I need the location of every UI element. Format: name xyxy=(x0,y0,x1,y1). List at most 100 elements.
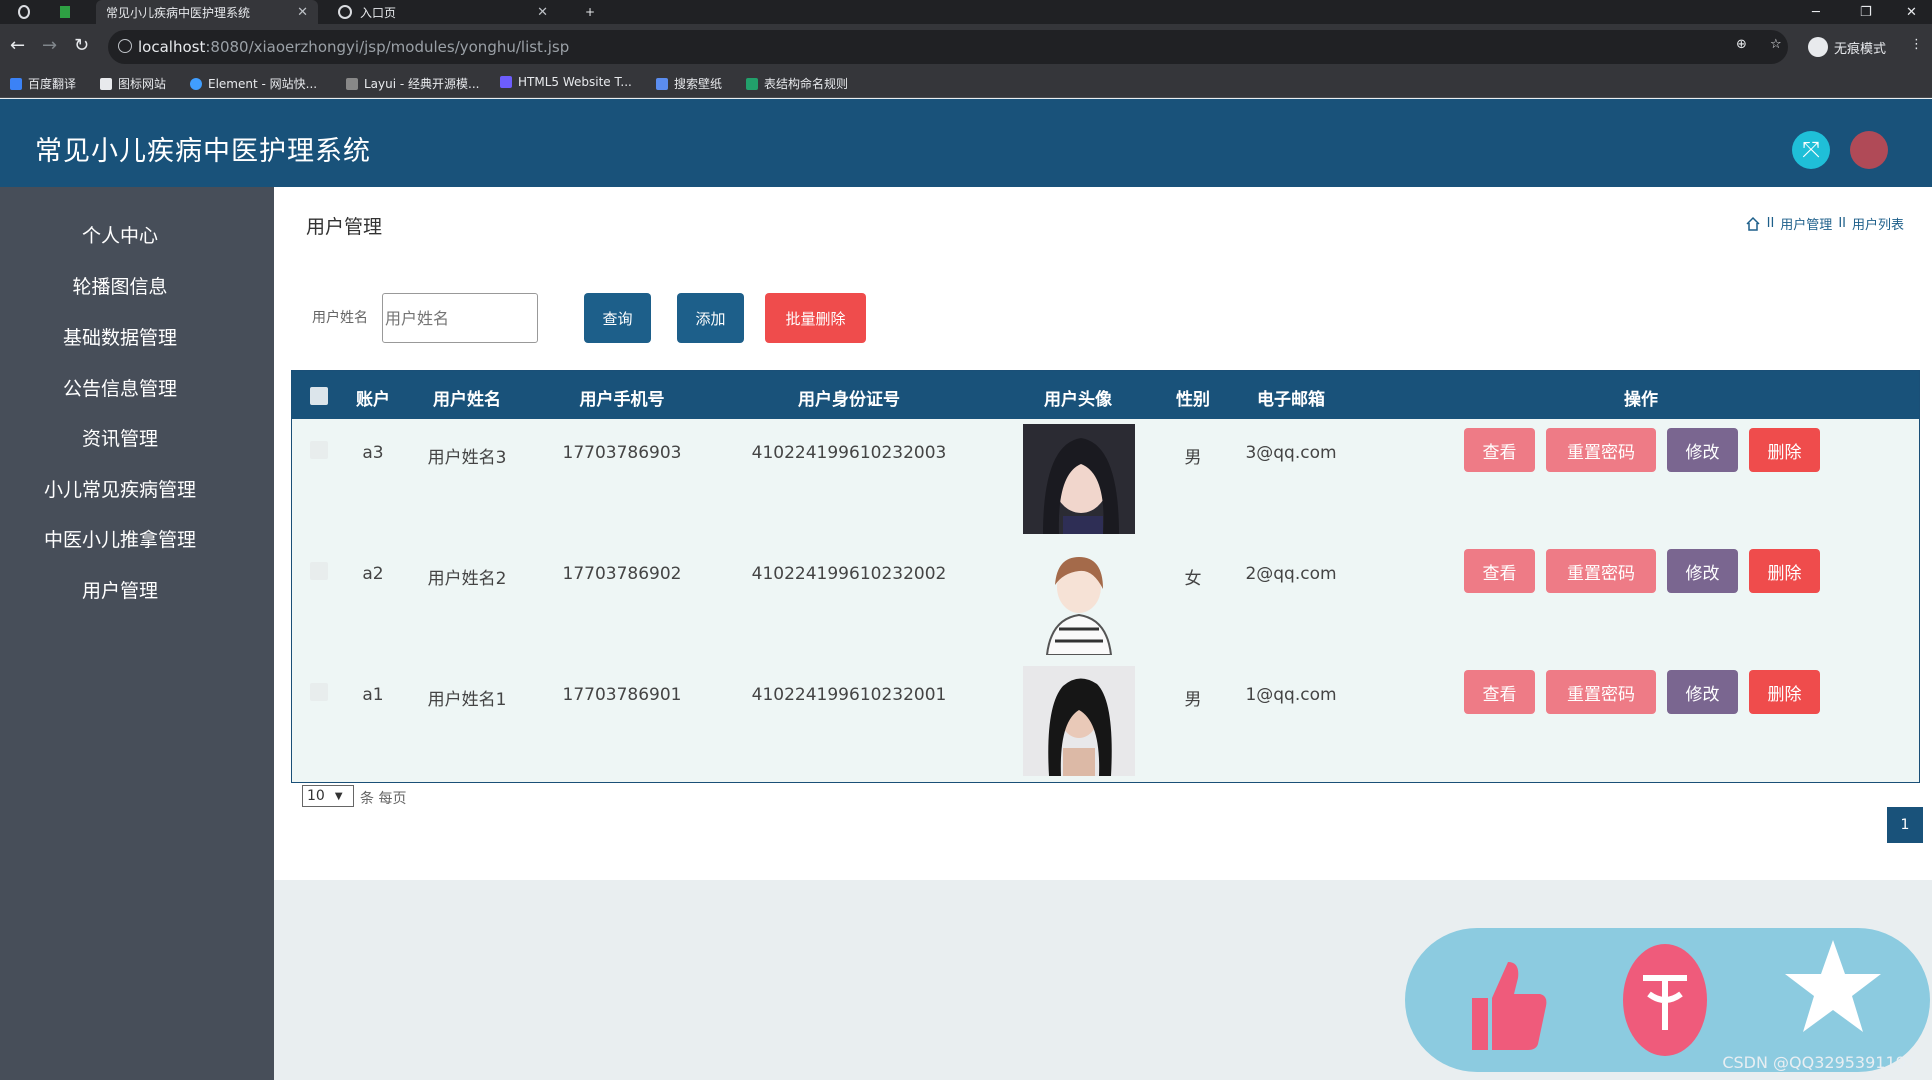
home-icon[interactable] xyxy=(1745,216,1761,232)
chevron-down-icon: ▼ xyxy=(334,790,343,802)
fullscreen-icon[interactable]: ⤧ xyxy=(1792,131,1830,169)
per-page-label: 条 每页 xyxy=(360,791,407,807)
page-number-button[interactable]: 1 xyxy=(1887,807,1923,843)
incognito-label: 无痕模式 xyxy=(1834,41,1887,57)
back-icon[interactable]: ← xyxy=(10,36,25,56)
incognito-badge[interactable]: 无痕模式 xyxy=(1808,37,1886,57)
sheet-icon xyxy=(746,77,758,90)
bookmark-item[interactable]: Layui - 经典开源模... xyxy=(346,75,479,92)
bookmark-label: Layui - 经典开源模... xyxy=(364,77,480,91)
avatar[interactable] xyxy=(1850,131,1888,169)
tab-entry[interactable]: 入口页 ✕ xyxy=(328,0,558,24)
tab-active[interactable]: 常见小儿疾病中医护理系统 ✕ xyxy=(96,0,318,24)
wallpaper-icon xyxy=(656,77,668,90)
sidebar-item-users[interactable]: 用户管理 xyxy=(0,576,240,603)
cell-id-card: 410224199610232001 xyxy=(751,685,947,705)
edit-button[interactable]: 修改 xyxy=(1667,670,1738,714)
view-button[interactable]: 查看 xyxy=(1464,670,1535,714)
bookmark-item[interactable]: 百度翻译 xyxy=(10,75,76,92)
close-icon[interactable]: ✕ xyxy=(537,5,548,20)
sidebar-item-news[interactable]: 资讯管理 xyxy=(0,424,240,451)
coin-button[interactable] xyxy=(1623,944,1707,1056)
sidebar: 个人中心 轮播图信息 基础数据管理 公告信息管理 资讯管理 小儿常见疾病管理 中… xyxy=(0,187,274,1080)
cell-account: a3 xyxy=(362,443,384,463)
delete-button[interactable]: 删除 xyxy=(1749,549,1820,593)
edit-button[interactable]: 修改 xyxy=(1667,549,1738,593)
url-path: :8080/xiaoerzhongyi/jsp/modules/yonghu/l… xyxy=(205,38,570,56)
bookmark-label: 搜索壁纸 xyxy=(674,77,723,91)
watermark: CSDN @QQ3295391197 xyxy=(1722,1053,1916,1072)
close-icon[interactable]: ✕ xyxy=(297,5,308,20)
translate-icon xyxy=(10,77,22,90)
sidebar-item-diseases[interactable]: 小儿常见疾病管理 xyxy=(0,475,240,502)
bookmark-item[interactable]: 图标网站 xyxy=(100,75,166,92)
select-all-checkbox[interactable] xyxy=(310,387,328,405)
restore-icon[interactable]: ❐ xyxy=(1860,0,1872,24)
portrait-image xyxy=(1023,424,1135,534)
sidebar-item-basic-data[interactable]: 基础数据管理 xyxy=(0,323,240,350)
bookmark-label: HTML5 Website T... xyxy=(518,75,632,89)
main-content: 用户管理 II 用户管理 II 用户列表 用户姓名 查询 添加 批量删除 账户 … xyxy=(274,187,1932,880)
pinned-tab[interactable] xyxy=(50,0,80,24)
bookmark-item[interactable]: Element - 网站快... xyxy=(190,75,317,92)
table-row: a3 用户姓名3 17703786903 410224199610232003 … xyxy=(292,419,1919,540)
star-icon[interactable]: ☆ xyxy=(1770,37,1782,52)
search-input[interactable] xyxy=(382,293,538,343)
breadcrumb: II 用户管理 II 用户列表 xyxy=(1745,214,1904,233)
batch-delete-button[interactable]: 批量删除 xyxy=(765,293,866,343)
col-email: 电子邮箱 xyxy=(1257,390,1325,410)
page-size-select[interactable]: 10 ▼ xyxy=(302,785,354,807)
table-header: 账户 用户姓名 用户手机号 用户身份证号 用户头像 性别 电子邮箱 操作 xyxy=(292,371,1919,419)
col-id-card: 用户身份证号 xyxy=(798,390,900,410)
user-avatar-image xyxy=(1023,424,1135,534)
app-title: 常见小儿疾病中医护理系统 xyxy=(35,136,371,167)
add-button[interactable]: 添加 xyxy=(677,293,744,343)
portrait-image xyxy=(1023,666,1135,776)
more-menu-icon[interactable]: ⋮ xyxy=(1910,37,1923,52)
reset-password-button[interactable]: 重置密码 xyxy=(1546,549,1656,593)
sidebar-item-announcements[interactable]: 公告信息管理 xyxy=(0,374,240,401)
minimize-icon[interactable]: ─ xyxy=(1812,0,1820,24)
cell-name: 用户姓名2 xyxy=(427,569,507,589)
sidebar-item-massage[interactable]: 中医小儿推拿管理 xyxy=(0,525,240,552)
url-input[interactable]: localhost:8080/xiaoerzhongyi/jsp/modules… xyxy=(108,30,1788,64)
view-button[interactable]: 查看 xyxy=(1464,549,1535,593)
row-checkbox[interactable] xyxy=(310,683,328,701)
bookmark-item[interactable]: 搜索壁纸 xyxy=(656,75,722,92)
new-tab-button[interactable]: + xyxy=(575,0,605,24)
url-host: localhost xyxy=(138,38,206,56)
bookmark-label: 表结构命名规则 xyxy=(764,77,849,91)
tab-title: 入口页 xyxy=(360,5,397,20)
row-checkbox[interactable] xyxy=(310,441,328,459)
edit-button[interactable]: 修改 xyxy=(1667,428,1738,472)
bookmark-label: Element - 网站快... xyxy=(208,77,318,91)
browser-menu-icon[interactable] xyxy=(8,0,48,24)
cell-phone: 17703786903 xyxy=(562,443,682,463)
view-button[interactable]: 查看 xyxy=(1464,428,1535,472)
window-close-icon[interactable]: ✕ xyxy=(1906,0,1917,24)
reload-icon[interactable]: ↻ xyxy=(74,36,89,56)
row-checkbox[interactable] xyxy=(310,562,328,580)
coin-icon xyxy=(1643,975,1687,1030)
info-icon[interactable] xyxy=(118,39,132,53)
zoom-icon[interactable]: ⊕ xyxy=(1736,37,1747,52)
query-button[interactable]: 查询 xyxy=(584,293,651,343)
star-icon[interactable] xyxy=(1783,936,1883,1036)
thumbs-up-icon[interactable] xyxy=(1468,958,1548,1050)
bookmark-label: 图标网站 xyxy=(118,77,167,91)
sidebar-item-personal-center[interactable]: 个人中心 xyxy=(0,221,240,248)
user-table: 账户 用户姓名 用户手机号 用户身份证号 用户头像 性别 电子邮箱 操作 a3 … xyxy=(291,370,1920,783)
delete-button[interactable]: 删除 xyxy=(1749,428,1820,472)
delete-button[interactable]: 删除 xyxy=(1749,670,1820,714)
bookmark-item[interactable]: 表结构命名规则 xyxy=(746,75,848,92)
reset-password-button[interactable]: 重置密码 xyxy=(1546,428,1656,472)
floating-action-panel xyxy=(1405,928,1930,1072)
reset-password-button[interactable]: 重置密码 xyxy=(1546,670,1656,714)
sidebar-item-carousel[interactable]: 轮播图信息 xyxy=(0,272,240,299)
breadcrumb-item[interactable]: 用户管理 xyxy=(1780,214,1832,233)
table-row: a1 用户姓名1 17703786901 410224199610232001 … xyxy=(292,661,1919,782)
cell-id-card: 410224199610232003 xyxy=(751,443,947,463)
forward-icon[interactable]: → xyxy=(42,36,57,56)
table-row: a2 用户姓名2 17703786902 410224199610232002 … xyxy=(292,540,1919,661)
bookmark-item[interactable]: HTML5 Website T... xyxy=(500,75,632,89)
